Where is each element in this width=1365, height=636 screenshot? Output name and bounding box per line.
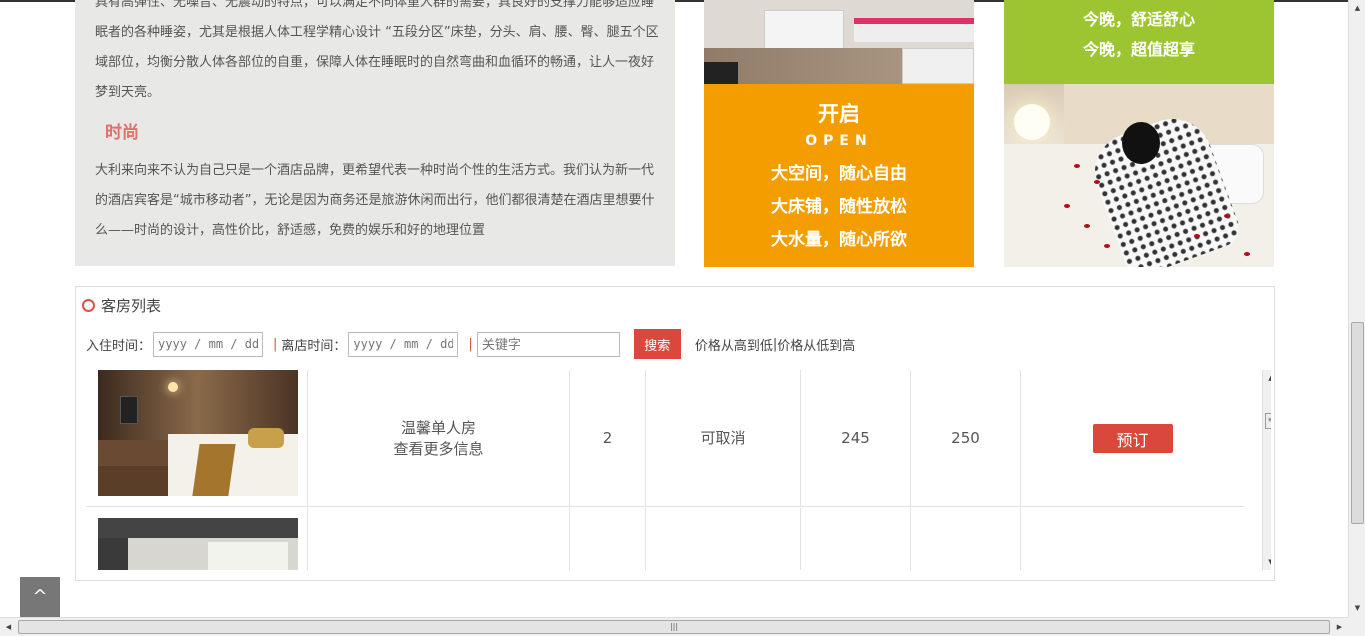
promo-open-line: 大空间，随心自由 xyxy=(771,164,907,184)
triangle-down-icon[interactable]: ▼ xyxy=(1349,600,1365,617)
about-section: 具有高弹性、无噪音、无震动的特点，可以满足不同体重人群的需要，具良好的支撑力能够… xyxy=(75,0,675,266)
promo-open-box: 开启 OPEN 大空间，随心自由 大床铺，随性放松 大水量，随心所欲 xyxy=(704,84,974,267)
promo-tonight-box: 今晚，舒适舒心 今晚，超值超享 xyxy=(1004,0,1274,84)
about-paragraph-2: 大利来向来不认为自己只是一个酒店品牌，更希望代表一种时尚个性的生活方式。我们认为… xyxy=(95,163,655,238)
room-name-cell: 温馨单人房 查看更多信息 xyxy=(308,370,570,507)
room-list-header: 客房列表 xyxy=(82,295,161,316)
triangle-down-icon[interactable]: ▼ xyxy=(1263,554,1271,570)
checkout-label: 离店时间： xyxy=(281,338,347,354)
room-count: 2 xyxy=(570,370,646,507)
sort-price-desc-link[interactable]: 价格从高到低 xyxy=(695,335,773,354)
ring-icon xyxy=(82,299,95,312)
room-list-panel: 客房列表 入住时间： | 离店时间： | 搜索 价格从高到低 | 价格从低到高 … xyxy=(75,286,1275,581)
room-list-table: 温馨单人房 查看更多信息 2 可取消 245 250 预订 ▲ ≡ ▼ xyxy=(86,370,1271,570)
promo-open-line: 大床铺，随性放松 xyxy=(771,197,907,217)
room-original-price xyxy=(911,508,1021,570)
checkout-date-input[interactable] xyxy=(348,331,459,357)
filter-separator: | xyxy=(468,336,473,352)
room-name-cell xyxy=(308,508,570,570)
promo-open-subtitle: OPEN xyxy=(805,133,873,149)
room-book-cell: 预订 xyxy=(1021,370,1244,507)
book-button[interactable]: 预订 xyxy=(1092,424,1173,453)
sort-price-asc-link[interactable]: 价格从低到高 xyxy=(777,335,855,354)
back-to-top-button[interactable]: ^ xyxy=(20,577,60,617)
room-cancel-policy: 可取消 xyxy=(646,370,801,507)
keyword-search-input[interactable] xyxy=(476,331,620,357)
about-paragraph-1: 具有高弹性、无噪音、无震动的特点，可以满足不同体重人群的需要，具良好的支撑力能够… xyxy=(95,0,659,100)
checkin-date-input[interactable] xyxy=(153,331,264,357)
search-button[interactable]: 搜索 xyxy=(633,329,681,359)
room-list-title: 客房列表 xyxy=(101,297,162,315)
triangle-up-icon[interactable]: ▲ xyxy=(1349,0,1365,17)
promo-tonight-line: 今晚，舒适舒心 xyxy=(1082,10,1195,29)
room-thumbnail-cell xyxy=(86,508,308,570)
about-heading-fashion: 时尚 xyxy=(105,123,139,143)
room-price xyxy=(801,508,911,570)
room-more-info-link[interactable]: 查看更多信息 xyxy=(393,439,483,460)
room-list-scrollbar[interactable]: ▲ ≡ ▼ xyxy=(1262,370,1271,570)
room-thumbnail[interactable] xyxy=(98,370,298,496)
room-book-cell xyxy=(1021,508,1244,570)
promo-open-title: 开启 xyxy=(818,102,860,126)
promo-tonight-line: 今晚，超值超享 xyxy=(1082,40,1195,59)
table-row xyxy=(86,508,1244,570)
filter-separator: | xyxy=(273,336,278,352)
promo-open-line: 大水量，随心所欲 xyxy=(771,230,907,250)
room-count xyxy=(570,508,646,570)
scrollbar-thumb[interactable]: ≡ xyxy=(1265,413,1271,429)
page-scrollbar-thumb[interactable] xyxy=(1351,322,1364,524)
triangle-left-icon[interactable]: ◀ xyxy=(0,618,17,636)
scrollbar-corner xyxy=(1348,617,1365,636)
triangle-right-icon[interactable]: ▶ xyxy=(1331,618,1348,636)
room-price: 245 xyxy=(801,370,911,507)
page-vertical-scrollbar[interactable]: ▲ ▼ xyxy=(1348,0,1365,617)
room-thumbnail[interactable] xyxy=(98,518,298,570)
room-original-price: 250 xyxy=(911,370,1021,507)
triangle-up-icon[interactable]: ▲ xyxy=(1263,370,1271,386)
page-hscroll-thumb[interactable]: ||| xyxy=(18,620,1330,634)
checkin-label: 入住时间： xyxy=(86,338,152,354)
room-filter-bar: 入住时间： | 离店时间： | 搜索 价格从高到低 | 价格从低到高 xyxy=(86,329,855,359)
page-horizontal-scrollbar[interactable]: ◀ ||| ▶ xyxy=(0,617,1348,636)
room-name: 温馨单人房 xyxy=(400,418,476,437)
guest-bed-photo xyxy=(1004,84,1274,267)
room-interior-photo xyxy=(704,0,974,84)
room-cancel-policy xyxy=(646,508,801,570)
room-thumbnail-cell xyxy=(86,370,308,507)
table-row: 温馨单人房 查看更多信息 2 可取消 245 250 预订 xyxy=(86,370,1244,507)
